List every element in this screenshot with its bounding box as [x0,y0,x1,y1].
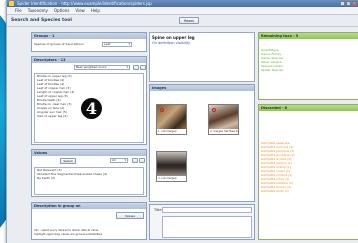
title-panel: Title [149,204,255,240]
discarded-item[interactable]: Dermatta pinto (1) [259,189,358,193]
menu-options[interactable]: Options [54,8,69,13]
menu-view[interactable]: View [75,8,85,13]
values-filter-select[interactable]: All [110,158,128,163]
groups-select[interactable]: Leaf [102,42,132,47]
values-button[interactable]: Values [116,212,144,219]
specimen-image-1[interactable]: 1. not merged [156,104,187,135]
remaining-taxa-panel: Remaining taxa - 5 Scientifique Genus Fa… [258,32,358,100]
groups-select-value: Leaf [104,42,111,46]
groups-panel: Groups - 1 Species of groups of descript… [31,32,147,52]
sort-up-button[interactable] [133,65,139,70]
sort-select-value: Best weighted score [76,65,107,69]
screenshot-stage: Spider Identification - http://www.examp… [0,0,358,243]
values-filter-value: All [112,158,116,162]
window-controls: – □ × [340,1,357,6]
discarded-taxa-panel: Discarded - 8 Dermatta saberata Dermatta… [258,104,358,240]
values-down-button[interactable] [139,158,145,163]
images-panel: Images 1. not merged 2. merged Set tbee … [149,84,255,202]
highlight-circle-icon [160,108,164,112]
toolbar: Search and Species tool Reset [7,15,358,27]
list-item[interactable]: No teeth (2) [35,176,143,180]
descriptors-panel-header: Descriptors - 13 [32,57,146,63]
menu-file[interactable]: File [15,8,22,13]
values-list: Not Relevant (3) Abraded fine Segmented … [34,167,144,195]
groups-panel-header: Groups - 1 [32,33,146,39]
specimen-image-3[interactable]: 3. not merged [156,151,187,182]
app-icon [9,1,14,6]
title-bar: Spider Identification - http://www.examp… [7,0,358,7]
description-group-panel: Description in group on Values Info : se… [31,202,147,240]
description-text: On definition visibility [152,41,191,45]
values-panel-header: Values [32,150,146,156]
description-group-header: Description in group on [32,203,146,209]
info-text-line1: Info : select every desired to obtain da… [34,229,99,232]
info-text-line2: highlight upper bag, values are general … [34,233,103,236]
window-title: Spider Identification - http://www.examp… [17,1,152,6]
app-window: Spider Identification - http://www.examp… [6,0,358,243]
description-panel: Spine on upper leg On definition visibil… [149,32,255,82]
description-title: Spine on upper leg [152,35,195,40]
close-icon[interactable]: × [352,1,357,6]
menu-help[interactable]: Help [91,8,100,13]
sort-down-button[interactable] [140,65,146,70]
menu-taxonomy[interactable]: Taxonomy [28,8,48,13]
taxon-item[interactable]: Spider Species [259,68,358,72]
image-caption: 3. not merged [157,176,186,181]
highlight-circle-icon [212,108,216,112]
image-caption: 2. merged Set tbee Drug... [209,129,238,134]
notes-field[interactable] [162,216,252,238]
values-up-button[interactable] [132,158,138,163]
menu-bar: File Taxonomy Options View Help [7,7,358,15]
maximize-icon[interactable]: □ [346,1,351,6]
image-caption: 1. not merged [157,129,186,134]
specimen-image-2[interactable]: 2. merged Set tbee Drug... [208,104,239,135]
images-panel-header: Images [150,85,254,91]
minimize-icon[interactable]: – [340,1,345,6]
values-panel: Values Select All Not Relevant (3) Abrad… [31,149,147,197]
select-value-button[interactable]: Select [60,158,76,164]
reset-button[interactable]: Reset [179,17,199,24]
sort-select[interactable]: Best weighted score [74,65,130,70]
title-field[interactable] [162,207,252,213]
step-number-badge: 4 [81,98,102,119]
page-title: Search and Species tool [11,18,72,23]
